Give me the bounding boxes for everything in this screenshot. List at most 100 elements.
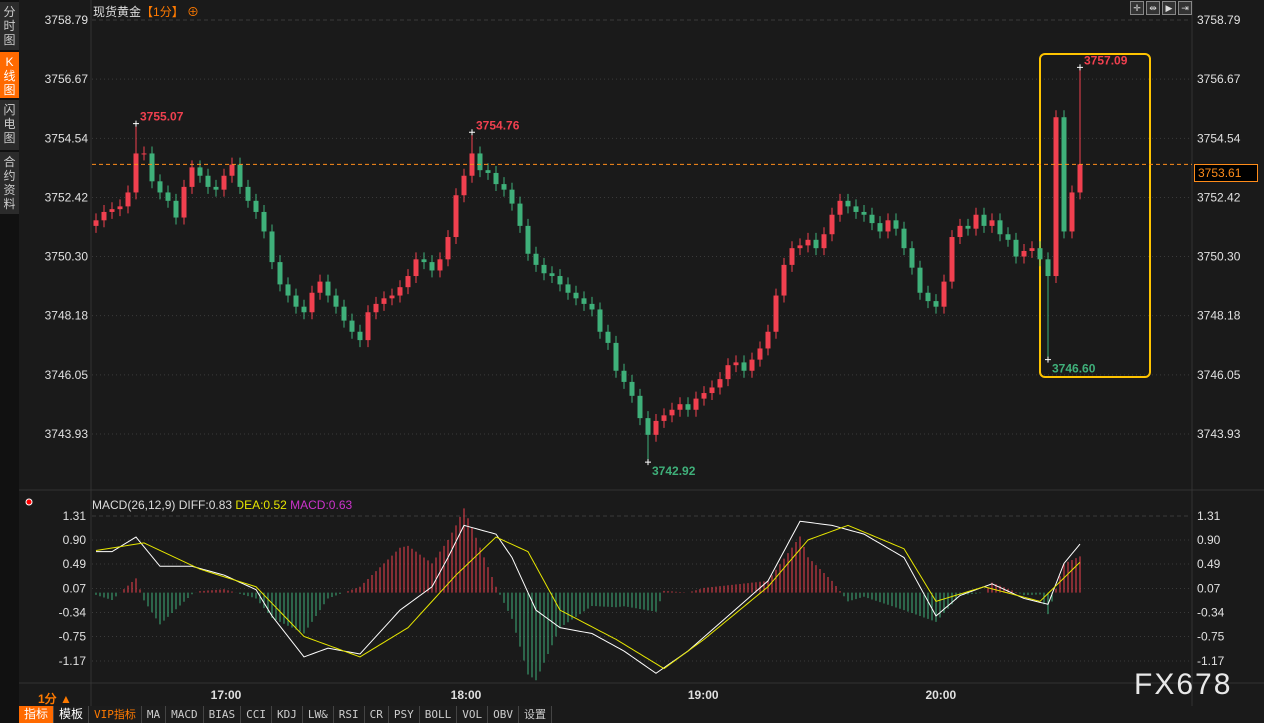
- macd-legend: MACD(26,12,9) DIFF:0.83 DEA:0.52 MACD:0.…: [92, 498, 352, 512]
- indicator-tab-4[interactable]: MACD: [166, 706, 204, 723]
- macd-tick-left: 0.90: [63, 533, 87, 547]
- period-selector[interactable]: 1分 ▲: [38, 690, 72, 707]
- extreme-label: 3746.60: [1052, 362, 1096, 376]
- candle-body: [869, 214, 875, 224]
- candle-body: [429, 262, 435, 271]
- candle-body: [637, 395, 643, 419]
- indicator-tab-12[interactable]: BOLL: [419, 706, 458, 723]
- macd-tick-right: -1.17: [1197, 654, 1225, 668]
- macd-tick-left: -0.75: [59, 629, 87, 643]
- time-tick: 20:00: [925, 688, 956, 702]
- jump-end-icon[interactable]: ⇥: [1178, 1, 1192, 15]
- candle-body: [461, 175, 467, 196]
- extreme-marker: [1045, 356, 1051, 363]
- candle-body: [693, 398, 699, 410]
- candle-body: [285, 284, 291, 296]
- candle-body: [485, 170, 491, 173]
- candle-body: [453, 195, 459, 238]
- candle-body: [341, 306, 347, 321]
- candle-body: [965, 225, 971, 229]
- time-tick: 18:00: [451, 688, 482, 702]
- price-tick-left: 3750.30: [45, 250, 89, 264]
- candle-body: [941, 281, 947, 307]
- macd-tick-right: 1.31: [1197, 509, 1221, 523]
- play-range-icon[interactable]: ▶: [1162, 1, 1176, 15]
- candle-body: [621, 370, 627, 382]
- candle-body: [773, 295, 779, 332]
- time-tick: 19:00: [688, 688, 719, 702]
- candle-body: [253, 200, 259, 212]
- candle-body: [141, 153, 147, 155]
- add-circle-icon[interactable]: ⊕: [187, 5, 199, 19]
- extreme-label: 3757.09: [1084, 53, 1128, 67]
- candle-body: [789, 248, 795, 265]
- candle-body: [181, 186, 187, 218]
- indicator-tab-13[interactable]: VOL: [457, 706, 489, 723]
- indicator-tab-10[interactable]: CR: [364, 706, 389, 723]
- indicator-toolbar: 指标 模板 VIP指标 MA MACD BIAS CCI KDJ LW& RSI CR PSY BOLL…: [19, 706, 553, 723]
- indicator-tab-0[interactable]: 指标: [19, 706, 55, 723]
- candle-body: [389, 295, 395, 299]
- candle-body: [717, 379, 723, 388]
- candle-body: [397, 287, 403, 296]
- candle-body: [837, 200, 843, 215]
- candle-body: [437, 259, 443, 271]
- candle-body: [861, 211, 867, 215]
- indicator-tab-3[interactable]: MA: [141, 706, 167, 723]
- crosshair-icon[interactable]: ✛: [1130, 1, 1144, 15]
- candle-body: [821, 234, 827, 249]
- price-tick-right: 3752.42: [1197, 190, 1241, 204]
- timeframe-label[interactable]: 【1分】: [141, 5, 184, 19]
- indicator-tab-7[interactable]: KDJ: [272, 706, 303, 723]
- candle-body: [701, 393, 707, 399]
- dea-value: DEA:0.52: [235, 498, 287, 512]
- symbol-name: 现货黄金: [93, 5, 142, 19]
- candle-body: [301, 306, 307, 313]
- extreme-marker: [469, 129, 475, 136]
- last-price-label: 3753.61: [1194, 164, 1258, 183]
- indicator-tab-6[interactable]: CCI: [241, 706, 273, 723]
- candle-body: [549, 273, 555, 277]
- candle-body: [613, 342, 619, 371]
- indicator-tab-5[interactable]: BIAS: [203, 706, 242, 723]
- indicator-tab-11[interactable]: PSY: [388, 706, 420, 723]
- indicator-tab-9[interactable]: RSI: [333, 706, 365, 723]
- watermark-logo: FX678: [1134, 668, 1233, 701]
- candle-body: [221, 175, 227, 190]
- candle-body: [605, 331, 611, 343]
- macd-tick-right: 0.07: [1197, 582, 1221, 596]
- candle-body: [1005, 234, 1011, 240]
- candle-body: [173, 200, 179, 218]
- indicator-tab-8[interactable]: LW&: [302, 706, 334, 723]
- price-tick-left: 3756.67: [45, 72, 89, 86]
- candle-body: [989, 220, 995, 226]
- candle-body: [685, 404, 691, 410]
- indicator-tab-1[interactable]: 模板: [54, 706, 90, 723]
- candle-body: [557, 276, 563, 285]
- candle-body: [877, 223, 883, 232]
- extreme-marker: [645, 459, 651, 466]
- candle-body: [277, 262, 283, 285]
- candle-body: [349, 320, 355, 332]
- indicator-tab-15[interactable]: 设置: [519, 706, 553, 723]
- candle-body: [157, 181, 163, 193]
- candle-body: [629, 381, 635, 396]
- candle-body: [1069, 192, 1075, 232]
- diff-value: DIFF:0.83: [178, 498, 233, 512]
- candle-body: [357, 331, 363, 341]
- indicator-tab-2[interactable]: VIP指标: [89, 706, 142, 723]
- candle-body: [885, 220, 891, 232]
- candle-body: [901, 228, 907, 249]
- extreme-marker: [1077, 64, 1083, 71]
- candle-body: [333, 295, 339, 307]
- extreme-label: 3754.76: [476, 118, 520, 132]
- candle-body: [101, 211, 107, 221]
- zoom-range-icon[interactable]: ⇹: [1146, 1, 1160, 15]
- candlestick-chart[interactable]: 3758.79 3758.79 3756.67 3756.67 3754.54 3754.…: [0, 0, 1264, 723]
- price-tick-right: 3743.93: [1197, 427, 1241, 441]
- indicator-tab-14[interactable]: OBV: [488, 706, 520, 723]
- candle-body: [597, 309, 603, 332]
- candle-body: [413, 259, 419, 277]
- candle-body: [317, 281, 323, 293]
- price-tick-right: 3758.79: [1197, 13, 1241, 27]
